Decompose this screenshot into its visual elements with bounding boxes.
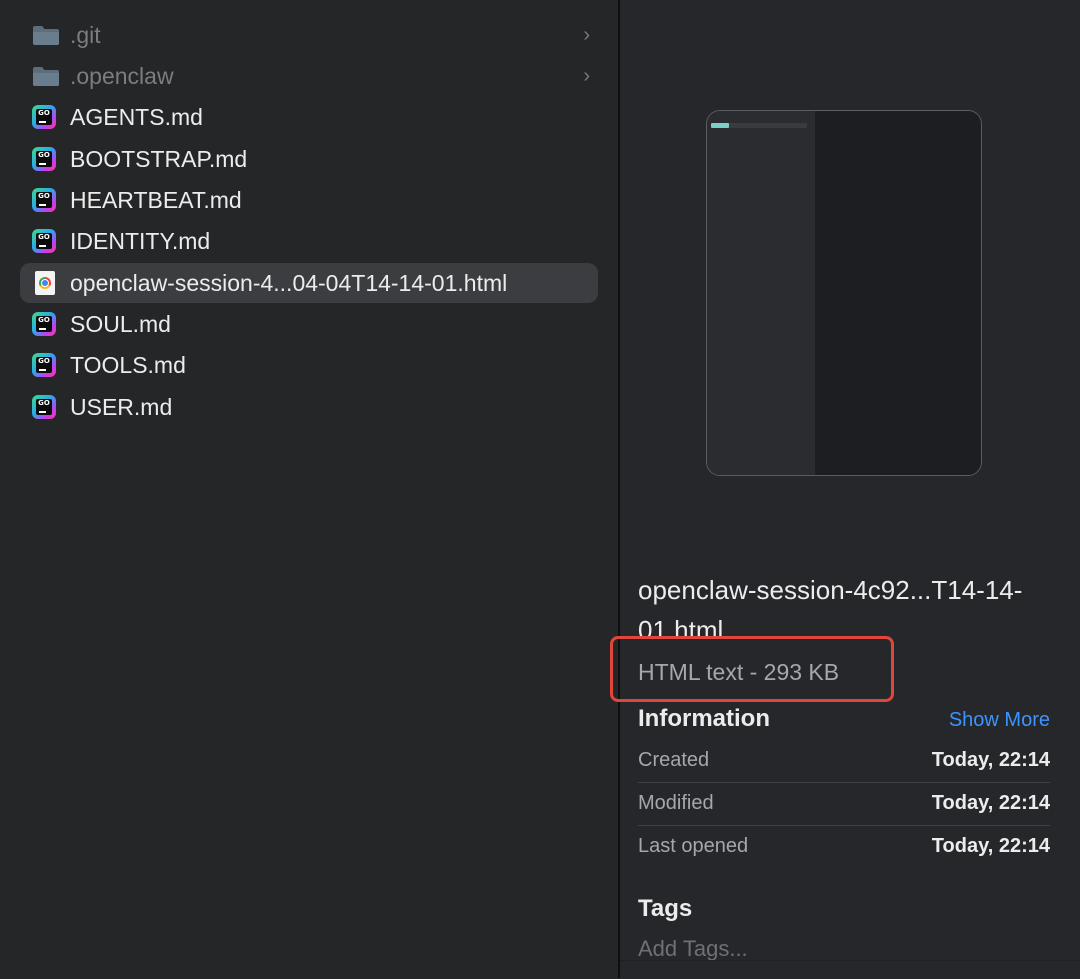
goland-file-icon: GO: [32, 105, 58, 129]
info-label: Created: [638, 749, 710, 771]
go-badge-label: GO: [38, 399, 50, 407]
chevron-right-icon[interactable]: ›: [583, 15, 590, 55]
file-thumbnail[interactable]: [706, 110, 982, 476]
file-row[interactable]: openclaw-session-4...04-04T14-14-01.html: [20, 263, 598, 303]
info-value: Today, 22:14: [931, 749, 1050, 771]
info-label: Last opened: [638, 835, 749, 857]
chrome-html-file-icon: [32, 271, 58, 295]
file-row[interactable]: GO USER.md: [20, 387, 598, 427]
go-badge-label: GO: [38, 316, 50, 324]
info-row-created: Created Today, 22:14: [638, 739, 1050, 782]
go-badge-label: GO: [38, 357, 50, 365]
goland-file-icon: GO: [32, 353, 58, 377]
file-name: TOOLS.md: [70, 352, 186, 378]
file-row[interactable]: GO TOOLS.md: [20, 345, 598, 385]
file-name: SOUL.md: [70, 311, 171, 337]
folder-icon: [32, 64, 59, 88]
file-name: AGENTS.md: [70, 104, 203, 130]
file-row[interactable]: GO HEARTBEAT.md: [20, 180, 598, 220]
file-list: .git › .openclaw › GO AGENTS.md GO BOOTSTRAP.md…: [0, 0, 618, 978]
tags-header: Tags: [638, 895, 693, 922]
file-row[interactable]: GO AGENTS.md: [20, 97, 598, 137]
info-label: Modified: [638, 792, 714, 814]
file-name: .git: [70, 22, 101, 48]
file-name: .openclaw: [70, 63, 174, 89]
goland-file-icon: GO: [32, 229, 58, 253]
go-badge-label: GO: [38, 151, 50, 159]
goland-file-icon: GO: [32, 147, 58, 171]
folder-icon: [32, 23, 59, 47]
preview-pane: openclaw-session-4c92...T14-14-01.html H…: [610, 0, 1080, 979]
file-name: BOOTSTRAP.md: [70, 146, 248, 172]
thumbnail-tabbar: [711, 123, 807, 128]
go-badge-label: GO: [38, 192, 50, 200]
information-header: Information: [638, 705, 770, 732]
folder-row[interactable]: .git ›: [20, 15, 598, 55]
file-row[interactable]: GO IDENTITY.md: [20, 221, 598, 261]
pane-bottom-edge: [620, 960, 1080, 979]
folder-row[interactable]: .openclaw ›: [20, 56, 598, 96]
show-more-link[interactable]: Show More: [949, 704, 1050, 736]
file-name: IDENTITY.md: [70, 228, 211, 254]
info-row-last-opened: Last opened Today, 22:14: [638, 825, 1050, 868]
thumbnail-sidebar: [707, 111, 815, 475]
info-row-modified: Modified Today, 22:14: [638, 782, 1050, 825]
chevron-right-icon[interactable]: ›: [583, 56, 590, 96]
file-name: USER.md: [70, 394, 173, 420]
go-badge-label: GO: [38, 233, 50, 241]
preview-file-title: openclaw-session-4c92...T14-14-01.html: [638, 575, 1023, 636]
file-row[interactable]: GO BOOTSTRAP.md: [20, 139, 598, 179]
preview-file-kind: HTML text - 293 KB: [638, 659, 840, 685]
info-value: Today, 22:14: [931, 792, 1050, 814]
file-row[interactable]: GO SOUL.md: [20, 304, 598, 344]
file-name: openclaw-session-4...04-04T14-14-01.html: [70, 270, 508, 296]
goland-file-icon: GO: [32, 395, 58, 419]
thumbnail-content: [815, 111, 981, 475]
file-name: HEARTBEAT.md: [70, 187, 242, 213]
info-value: Today, 22:14: [931, 835, 1050, 857]
goland-file-icon: GO: [32, 312, 58, 336]
go-badge-label: GO: [38, 109, 50, 117]
goland-file-icon: GO: [32, 188, 58, 212]
